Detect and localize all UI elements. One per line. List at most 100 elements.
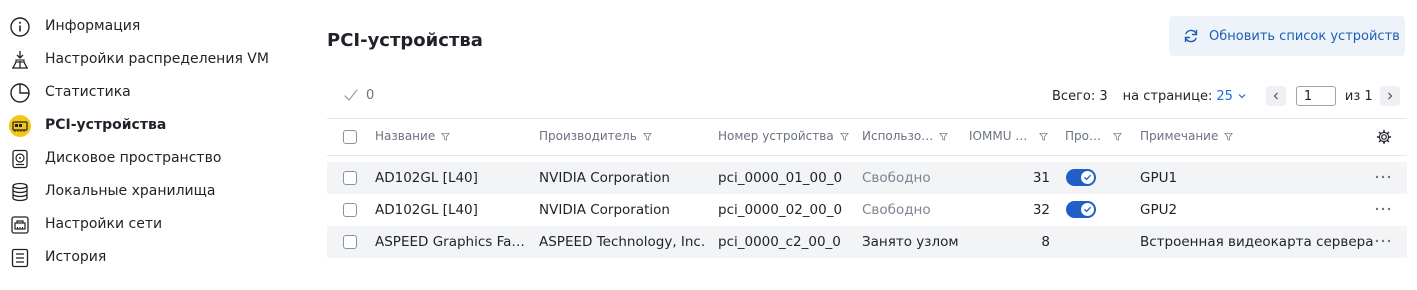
device-usage: Свободно — [862, 170, 931, 186]
column-header-usage[interactable]: Использо… — [862, 129, 949, 143]
device-number: pci_0000_02_00_0 — [718, 202, 843, 218]
device-usage: Свободно — [862, 202, 931, 218]
info-icon — [9, 16, 31, 38]
filter-icon[interactable] — [1113, 132, 1122, 141]
database-icon — [9, 181, 31, 203]
chevron-left-icon — [1273, 92, 1278, 100]
device-number: pci_0000_c2_00_0 — [718, 234, 841, 250]
pci-card-icon — [9, 115, 31, 137]
column-header-passthrough[interactable]: Про… — [1065, 129, 1122, 143]
more-actions-icon[interactable] — [1374, 233, 1392, 249]
sidebar-item-label: История — [45, 249, 107, 265]
selection-indicator: 0 — [343, 87, 374, 103]
filter-icon[interactable] — [839, 132, 849, 141]
device-note: Встроенная видеокарта сервера — [1140, 234, 1374, 250]
row-checkbox[interactable] — [343, 203, 357, 217]
history-icon — [9, 247, 31, 269]
column-header-device[interactable]: Номер устройства — [718, 129, 849, 143]
gear-icon[interactable] — [1376, 129, 1392, 145]
iommu-group: 31 — [1032, 170, 1050, 186]
device-name: AD102GL [L40] — [375, 170, 478, 186]
column-header-label: Примечание — [1140, 129, 1219, 143]
sidebar-item-vm-distribution[interactable]: Настройки распределения VM — [0, 43, 300, 76]
passthrough-toggle[interactable] — [1066, 201, 1096, 218]
more-actions-icon[interactable] — [1374, 201, 1392, 217]
table-header: Название Производитель Номер устройства … — [327, 118, 1407, 156]
column-header-label: IOMMU … — [969, 129, 1028, 143]
sidebar-item-label: Настройки сети — [45, 216, 163, 232]
per-page-select[interactable]: 25 — [1216, 89, 1247, 104]
sidebar-item-label: Настройки распределения VM — [45, 51, 269, 67]
sidebar-item-disk-space[interactable]: Дисковое пространство — [0, 142, 300, 175]
check-icon — [344, 89, 358, 101]
per-page-label: на странице: — [1122, 88, 1213, 104]
sidebar-item-pci-devices[interactable]: PCI-устройства — [0, 109, 300, 142]
select-all-checkbox[interactable] — [343, 130, 357, 144]
column-header-label: Номер устройства — [718, 129, 834, 143]
column-header-label: Использо… — [862, 129, 934, 143]
refresh-devices-label: Обновить список устройств — [1209, 28, 1400, 44]
table-row[interactable]: ASPEED Graphics Fa… ASPEED Technology, I… — [327, 226, 1407, 258]
more-actions-icon[interactable] — [1374, 169, 1392, 185]
device-vendor: NVIDIA Corporation — [539, 170, 670, 186]
distribution-icon — [9, 49, 31, 71]
filter-icon[interactable] — [939, 132, 949, 141]
check-icon — [1081, 203, 1094, 216]
page-number-input[interactable] — [1295, 86, 1336, 106]
device-note: GPU2 — [1140, 202, 1178, 218]
passthrough-toggle[interactable] — [1066, 169, 1096, 186]
column-header-note[interactable]: Примечание — [1140, 129, 1234, 143]
check-icon — [1081, 171, 1094, 184]
device-name: ASPEED Graphics Fa… — [375, 234, 525, 250]
filter-icon[interactable] — [441, 132, 451, 141]
next-page-button[interactable] — [1379, 86, 1400, 106]
column-header-label: Название — [375, 129, 436, 143]
selected-count: 0 — [366, 87, 375, 103]
device-vendor: NVIDIA Corporation — [539, 202, 670, 218]
sidebar-item-info[interactable]: Информация — [0, 10, 300, 43]
table-row[interactable]: AD102GL [L40] NVIDIA Corporation pci_000… — [327, 194, 1407, 226]
chevron-down-icon — [1238, 94, 1246, 99]
chevron-right-icon — [1387, 92, 1393, 100]
sidebar-item-label: Дисковое пространство — [45, 150, 222, 166]
iommu-group: 8 — [1041, 234, 1050, 250]
column-header-name[interactable]: Название — [375, 129, 451, 143]
filter-icon[interactable] — [642, 132, 652, 141]
table-row[interactable]: AD102GL [L40] NVIDIA Corporation pci_000… — [327, 162, 1407, 194]
sidebar-item-label: Информация — [45, 18, 141, 34]
column-header-iommu[interactable]: IOMMU … — [969, 129, 1049, 143]
device-name: AD102GL [L40] — [375, 202, 478, 218]
filter-icon[interactable] — [1039, 132, 1049, 141]
device-number: pci_0000_01_00_0 — [718, 170, 843, 186]
refresh-devices-button[interactable]: Обновить список устройств — [1169, 16, 1405, 56]
sidebar-item-label: PCI-устройства — [45, 117, 167, 133]
network-icon — [9, 214, 31, 236]
pci-devices-table: Название Производитель Номер устройства … — [327, 118, 1407, 258]
sidebar-item-statistics[interactable]: Статистика — [0, 76, 300, 109]
device-vendor: ASPEED Technology, Inc. — [539, 234, 706, 250]
column-header-label: Про… — [1065, 129, 1101, 143]
row-checkbox[interactable] — [343, 235, 357, 249]
prev-page-button[interactable] — [1265, 86, 1286, 106]
sidebar: Информация Настройки распределения VM Ст… — [0, 10, 300, 274]
device-note: GPU1 — [1140, 170, 1178, 186]
filter-icon[interactable] — [1224, 132, 1234, 141]
row-checkbox[interactable] — [343, 171, 357, 185]
total-count: Всего: 3 — [1052, 88, 1108, 104]
sidebar-item-history[interactable]: История — [0, 241, 300, 274]
sidebar-item-label: Локальные хранилища — [45, 183, 216, 199]
page-title: PCI-устройства — [327, 30, 483, 51]
pie-chart-icon — [9, 82, 31, 104]
column-header-label: Производитель — [539, 129, 637, 143]
pagination: Всего: 3 на странице: 25 из 1 — [1052, 84, 1400, 108]
per-page-value: 25 — [1216, 88, 1233, 104]
disk-icon — [9, 148, 31, 170]
page-total: из 1 — [1344, 88, 1373, 104]
column-header-vendor[interactable]: Производитель — [539, 129, 652, 143]
sidebar-item-network-settings[interactable]: Настройки сети — [0, 208, 300, 241]
iommu-group: 32 — [1032, 202, 1050, 218]
sidebar-item-local-storage[interactable]: Локальные хранилища — [0, 175, 300, 208]
device-usage: Занято узлом — [862, 234, 959, 250]
refresh-icon — [1184, 29, 1198, 43]
sidebar-item-label: Статистика — [45, 84, 131, 100]
